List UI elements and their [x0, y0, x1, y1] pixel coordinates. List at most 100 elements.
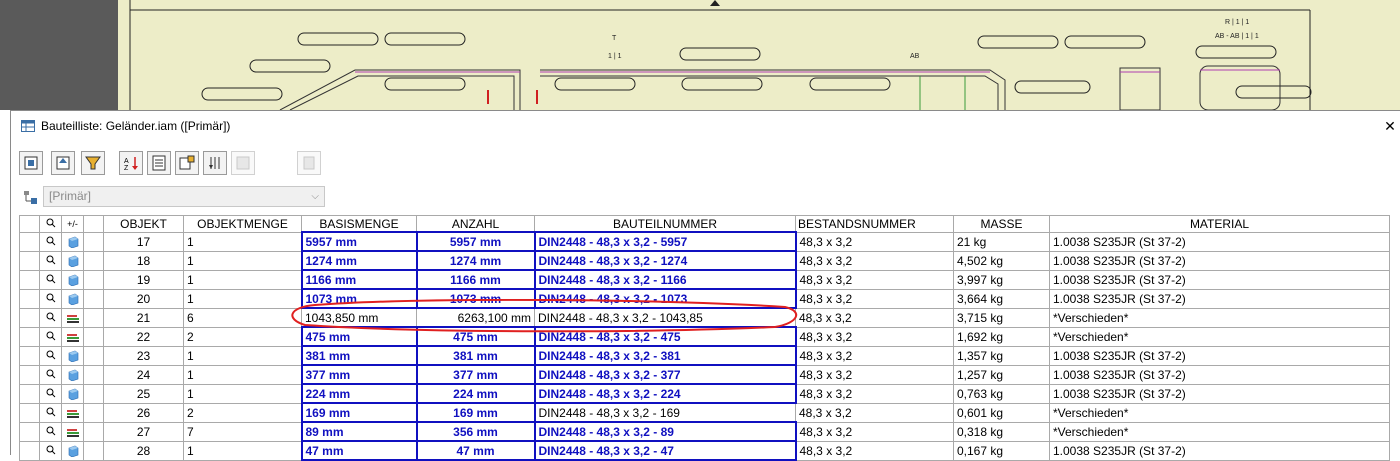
bauteilnummer-cell[interactable]: DIN2448 - 48,3 x 3,2 - 475 [533, 326, 797, 347]
header-masse[interactable]: MASSE [953, 215, 1050, 233]
row-selector[interactable] [19, 383, 40, 404]
masse-cell[interactable]: 0,601 kg [953, 402, 1050, 423]
row-selector[interactable] [19, 250, 40, 271]
bestandsnummer-cell[interactable]: 48,3 x 3,2 [795, 345, 954, 366]
magnifier-icon[interactable] [46, 426, 56, 436]
basismenge-cell[interactable]: 47 mm [300, 440, 418, 461]
row-selector[interactable] [19, 269, 40, 290]
view-dropdown[interactable]: [Primär] ⌵ [43, 186, 325, 207]
objektmenge-cell[interactable]: 1 [183, 364, 302, 385]
bauteilnummer-cell[interactable]: DIN2448 - 48,3 x 3,2 - 1274 [533, 250, 797, 271]
anzahl-cell[interactable]: 6263,100 mm [416, 307, 535, 328]
objekt-cell[interactable]: 27 [103, 421, 184, 442]
basismenge-cell[interactable]: 1274 mm [300, 250, 418, 271]
masse-cell[interactable]: 1,357 kg [953, 345, 1050, 366]
objektmenge-cell[interactable]: 1 [183, 383, 302, 404]
magnifier-icon[interactable] [46, 293, 56, 303]
bauteilnummer-cell[interactable]: DIN2448 - 48,3 x 3,2 - 381 [533, 345, 797, 366]
row-find-cell[interactable] [39, 288, 62, 309]
row-find-cell[interactable] [39, 326, 62, 347]
objekt-cell[interactable]: 25 [103, 383, 184, 404]
bauteilnummer-cell[interactable]: DIN2448 - 48,3 x 3,2 - 1043,85 [534, 307, 796, 328]
objektmenge-cell[interactable]: 1 [183, 288, 302, 309]
header-objektmenge[interactable]: OBJEKTMENGE [183, 215, 302, 233]
material-cell[interactable]: *Verschieden* [1049, 421, 1390, 442]
header-select[interactable] [19, 215, 40, 233]
bauteilnummer-cell[interactable]: DIN2448 - 48,3 x 3,2 - 47 [533, 440, 797, 461]
basismenge-cell[interactable]: 169 mm [300, 402, 418, 423]
masse-cell[interactable]: 1,692 kg [953, 326, 1050, 347]
row-selector[interactable] [19, 307, 40, 328]
bestandsnummer-cell[interactable]: 48,3 x 3,2 [795, 364, 954, 385]
header-objekt[interactable]: OBJEKT [103, 215, 184, 233]
bestandsnummer-cell[interactable]: 48,3 x 3,2 [795, 307, 954, 328]
objektmenge-cell[interactable]: 2 [183, 326, 302, 347]
header-material[interactable]: MATERIAL [1049, 215, 1390, 233]
table-row[interactable]: 26 2 169 mm 169 mm DIN2448 - 48,3 x 3,2 - 16… [19, 402, 1390, 423]
material-cell[interactable]: 1.0038 S235JR (St 37-2) [1049, 231, 1390, 252]
row-find-cell[interactable] [39, 402, 62, 423]
material-cell[interactable]: 1.0038 S235JR (St 37-2) [1049, 383, 1390, 404]
row-find-cell[interactable] [39, 364, 62, 385]
magnifier-icon[interactable] [46, 312, 56, 322]
anzahl-cell[interactable]: 47 mm [415, 440, 536, 461]
objekt-cell[interactable]: 17 [103, 231, 184, 252]
material-cell[interactable]: 1.0038 S235JR (St 37-2) [1049, 288, 1390, 309]
table-row[interactable]: 17 1 5957 mm 5957 mm DIN2448 - 48,3 x 3,2 - … [19, 231, 1390, 252]
bestandsnummer-cell[interactable]: 48,3 x 3,2 [795, 326, 954, 347]
bestandsnummer-cell[interactable]: 48,3 x 3,2 [795, 288, 954, 309]
objekt-cell[interactable]: 26 [103, 402, 184, 423]
masse-cell[interactable]: 4,502 kg [953, 250, 1050, 271]
objekt-cell[interactable]: 23 [103, 345, 184, 366]
material-cell[interactable]: 1.0038 S235JR (St 37-2) [1049, 364, 1390, 385]
magnifier-icon[interactable] [46, 369, 56, 379]
material-cell[interactable]: 1.0038 S235JR (St 37-2) [1049, 440, 1390, 461]
table-row[interactable]: 20 1 1073 mm 1073 mm DIN2448 - 48,3 x 3,2 - … [19, 288, 1390, 309]
row-find-cell[interactable] [39, 383, 62, 404]
anzahl-cell[interactable]: 1073 mm [415, 288, 536, 309]
bauteilnummer-cell[interactable]: DIN2448 - 48,3 x 3,2 - 1073 [533, 288, 797, 309]
objektmenge-cell[interactable]: 1 [183, 269, 302, 290]
row-selector[interactable] [19, 440, 40, 461]
basismenge-cell[interactable]: 89 mm [300, 421, 418, 442]
anzahl-cell[interactable]: 381 mm [415, 345, 536, 366]
row-find-cell[interactable] [39, 250, 62, 271]
bestandsnummer-cell[interactable]: 48,3 x 3,2 [795, 269, 954, 290]
anzahl-cell[interactable]: 1274 mm [415, 250, 536, 271]
objekt-cell[interactable]: 18 [103, 250, 184, 271]
group-button[interactable] [203, 151, 227, 175]
magnifier-icon[interactable] [46, 331, 56, 341]
header-override[interactable]: +/- [61, 215, 84, 233]
objekt-cell[interactable]: 21 [103, 307, 184, 328]
anzahl-cell[interactable]: 377 mm [415, 364, 536, 385]
table-row[interactable]: 24 1 377 mm 377 mm DIN2448 - 48,3 x 3,2 - 37… [19, 364, 1390, 385]
export-view-button[interactable] [51, 151, 75, 175]
table-row[interactable]: 22 2 475 mm 475 mm DIN2448 - 48,3 x 3,2 - 47… [19, 326, 1390, 347]
objekt-cell[interactable]: 22 [103, 326, 184, 347]
material-cell[interactable]: *Verschieden* [1049, 326, 1390, 347]
header-basismenge[interactable]: BASISMENGE [301, 215, 417, 233]
bauteilnummer-cell[interactable]: DIN2448 - 48,3 x 3,2 - 5957 [533, 231, 797, 252]
objektmenge-cell[interactable]: 6 [183, 307, 302, 328]
anzahl-cell[interactable]: 475 mm [415, 326, 536, 347]
sort-button[interactable]: AZ [119, 151, 143, 175]
table-row[interactable]: 19 1 1166 mm 1166 mm DIN2448 - 48,3 x 3,2 - … [19, 269, 1390, 290]
basismenge-cell[interactable]: 224 mm [300, 383, 418, 404]
anzahl-cell[interactable]: 224 mm [415, 383, 536, 404]
header-bauteilnummer[interactable]: BAUTEILNUMMER [534, 215, 796, 233]
masse-cell[interactable]: 21 kg [953, 231, 1050, 252]
row-find-cell[interactable] [39, 269, 62, 290]
column-chooser-button[interactable] [175, 151, 199, 175]
masse-cell[interactable]: 0,763 kg [953, 383, 1050, 404]
bestandsnummer-cell[interactable]: 48,3 x 3,2 [795, 383, 954, 404]
close-button[interactable]: ✕ [1379, 115, 1400, 137]
basismenge-cell[interactable]: 381 mm [300, 345, 418, 366]
filter-button[interactable] [81, 151, 105, 175]
material-cell[interactable]: 1.0038 S235JR (St 37-2) [1049, 250, 1390, 271]
row-selector[interactable] [19, 231, 40, 252]
masse-cell[interactable]: 3,664 kg [953, 288, 1050, 309]
bauteilnummer-cell[interactable]: DIN2448 - 48,3 x 3,2 - 89 [533, 421, 797, 442]
objektmenge-cell[interactable]: 1 [183, 231, 302, 252]
table-row[interactable]: 18 1 1274 mm 1274 mm DIN2448 - 48,3 x 3,2 - … [19, 250, 1390, 271]
table-row[interactable]: 21 6 1043,850 mm 6263,100 mm DIN2448 - 48,3 … [19, 307, 1390, 328]
